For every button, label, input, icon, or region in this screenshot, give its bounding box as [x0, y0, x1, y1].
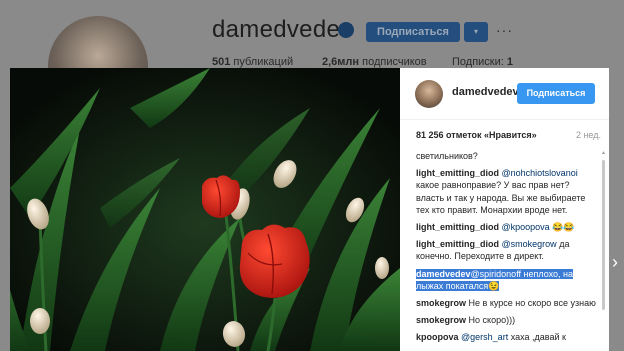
comment-mention[interactable]: @smokegrow [502, 239, 557, 249]
comment-text: Но скоро))) [468, 315, 516, 326]
comment-text: Не в курсе но скоро все узнаю [468, 298, 596, 309]
comment-text: 😂😂 [552, 222, 575, 233]
comment-author[interactable]: light_emitting_diod [416, 222, 499, 232]
post-header: damedvedev Подписаться [400, 68, 609, 120]
comment: light_emitting_diod @kpoopova 😂😂 [416, 221, 596, 233]
stat-following[interactable]: Подписки: 1 [452, 56, 513, 68]
comments-scrollbar[interactable]: ▲ [601, 150, 606, 351]
chevron-right-icon[interactable]: › [612, 252, 624, 272]
comment: kpoopova @gersh_art хаха ,давай к [416, 331, 596, 343]
comment-mention[interactable]: @gersh_art [461, 332, 508, 342]
profile-stats: 501 публикаций 2,6млн подписчиков Подпис… [212, 56, 513, 68]
tulips-image [10, 68, 400, 351]
scroll-up-arrow-icon[interactable]: ▲ [601, 150, 606, 156]
post-photo[interactable] [10, 68, 400, 351]
likes-count[interactable]: 81 256 отметок «Нравится» [416, 130, 601, 140]
comment: smokegrow Но скоро))) [416, 314, 596, 326]
profile-dropdown-button[interactable]: ▾ [464, 22, 488, 42]
post-time[interactable]: 2 нед. [576, 130, 601, 140]
comments-list[interactable]: светильников? light_emitting_diod @nohch… [416, 150, 596, 351]
comment-author[interactable]: light_emitting_diod [416, 168, 499, 178]
profile-follow-button[interactable]: Подписаться [366, 22, 460, 42]
comment-author[interactable]: damedvedev [416, 269, 471, 279]
comment-author[interactable]: smokegrow [416, 298, 466, 308]
scroll-thumb[interactable] [602, 160, 605, 310]
comment-mention[interactable]: @kpoopova [502, 222, 550, 232]
post-modal: damedvedev Подписаться 81 256 отметок «Н… [10, 68, 609, 351]
more-options-icon[interactable]: ··· [496, 22, 513, 38]
author-avatar[interactable] [415, 80, 443, 108]
comment: smokegrow Не в курсе но скоро все узнаю [416, 297, 596, 309]
comment-author[interactable]: light_emitting_diod [416, 239, 499, 249]
comment: светильников? [416, 150, 596, 162]
post-sidebar: damedvedev Подписаться 81 256 отметок «Н… [400, 68, 609, 351]
follow-button[interactable]: Подписаться [517, 83, 595, 104]
comment-author[interactable]: smokegrow [416, 315, 466, 325]
verified-badge-icon [338, 22, 354, 38]
comment-text: хаха ,давай к [510, 332, 566, 343]
comment-author[interactable]: kpoopova [416, 332, 459, 342]
comment-mention[interactable]: @nohchiotslovanoi [502, 168, 578, 178]
author-username[interactable]: damedvedev [452, 86, 519, 98]
comment-text: какое равноправие? У вас прав нет? власт… [416, 180, 586, 215]
comment: light_emitting_diod @smokegrow да конечн… [416, 238, 596, 262]
comment-highlighted: damedvedev@spiridonoff неплохо, на лыжах… [416, 268, 596, 292]
stat-posts[interactable]: 501 публикаций [212, 56, 312, 68]
comment-text: светильников? [416, 151, 478, 161]
profile-username: damedvedev [212, 16, 353, 43]
comment: light_emitting_diod @nohchiotslovanoi ка… [416, 167, 596, 216]
stat-followers[interactable]: 2,6млн подписчиков [322, 56, 442, 68]
comment-mention[interactable]: @spiridonoff [471, 269, 522, 279]
